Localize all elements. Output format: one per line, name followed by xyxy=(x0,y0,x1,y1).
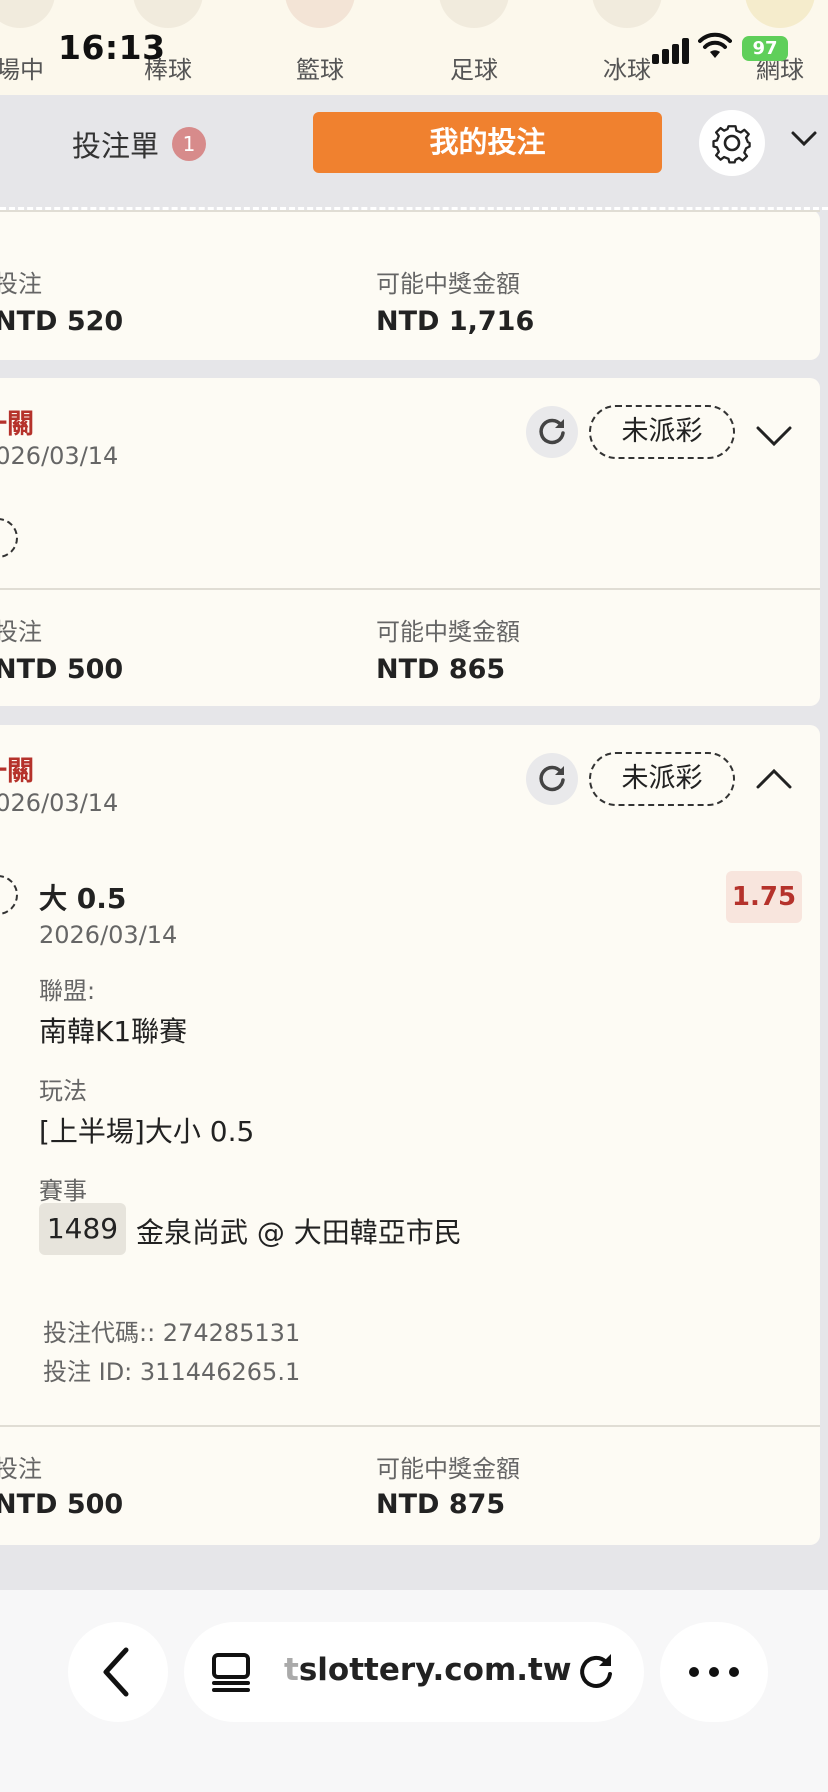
bet-date: 2026/03/14 xyxy=(0,442,119,470)
event-name: 金泉尚武 @ 大田韓亞市民 xyxy=(136,1216,462,1249)
sport-tab-label: 足球 xyxy=(450,56,498,84)
status-time: 16:13 xyxy=(58,28,166,67)
sport-tab-label: 籃球 xyxy=(296,56,344,84)
sport-tab-soccer[interactable]: 足球 xyxy=(424,0,524,95)
event-label: 賽事 xyxy=(39,1177,87,1205)
address-bar[interactable]: tslottery.com.tw xyxy=(184,1622,644,1722)
stake-label: 投注 xyxy=(0,1455,42,1483)
refresh-button[interactable] xyxy=(526,753,578,805)
cellular-signal-icon xyxy=(652,38,690,64)
refresh-icon xyxy=(539,765,565,792)
sport-tab-basketball[interactable]: 籃球 xyxy=(270,0,370,95)
refresh-icon xyxy=(539,418,565,445)
settings-button[interactable] xyxy=(699,110,765,176)
bet-date: 2026/03/14 xyxy=(0,789,119,817)
collapse-chevron-icon[interactable] xyxy=(755,767,793,791)
tabs-icon xyxy=(212,1653,250,1692)
browser-toolbar: tslottery.com.tw xyxy=(0,1590,828,1792)
status-badge: 未派彩 xyxy=(589,752,735,806)
betslip-tab[interactable]: 投注單 xyxy=(72,123,159,165)
gear-icon xyxy=(712,125,751,164)
soccer-icon xyxy=(439,0,509,28)
url-text: tslottery.com.tw xyxy=(284,1652,572,1688)
bet-card: 一關 2026/03/14 未派彩 大 0.5 2026/03/14 1.75 … xyxy=(0,725,820,1545)
baseball-icon xyxy=(133,0,203,28)
payout-amount: NTD 865 xyxy=(376,654,506,685)
stake-amount: NTD 520 xyxy=(0,306,124,337)
payout-amount: NTD 875 xyxy=(376,1489,506,1520)
event-number: 1489 xyxy=(39,1203,126,1255)
status-badge: 未派彩 xyxy=(589,405,735,459)
expand-chevron-icon[interactable] xyxy=(755,424,793,448)
selection-date: 2026/03/14 xyxy=(39,921,178,949)
odds-badge: 1.75 xyxy=(726,871,802,923)
payout-label: 可能中獎金額 xyxy=(376,1455,520,1483)
selection-name: 大 0.5 xyxy=(39,882,127,915)
my-bets-button[interactable]: 我的投注 xyxy=(313,112,662,173)
league-label: 聯盟: xyxy=(39,977,96,1005)
stake-amount: NTD 500 xyxy=(0,1489,124,1520)
wifi-icon xyxy=(698,32,732,66)
reload-icon[interactable] xyxy=(574,1650,618,1694)
bet-card: 投注 NTD 520 可能中獎金額 NTD 1,716 xyxy=(0,210,820,360)
refresh-button[interactable] xyxy=(526,406,578,458)
market-label: 玩法 xyxy=(39,1077,87,1105)
bet-code: 投注代碼:: 274285131 xyxy=(43,1319,301,1347)
stake-label: 投注 xyxy=(0,618,42,646)
more-button[interactable] xyxy=(660,1622,768,1722)
status-indicators: 97 xyxy=(652,32,792,66)
league-value: 南韓K1聯賽 xyxy=(39,1015,188,1048)
back-arrow-icon xyxy=(103,1647,129,1697)
stake-label: 投注 xyxy=(0,270,42,298)
selection-radio[interactable] xyxy=(0,518,18,558)
market-value: [上半場]大小 0.5 xyxy=(39,1115,255,1148)
more-icon xyxy=(689,1667,739,1677)
bet-type: 一關 xyxy=(0,409,34,440)
sports-nav: 場中 棒球 籃球 足球 冰球 網球 16:13 97 xyxy=(0,0,828,95)
basketball-icon xyxy=(285,0,355,28)
bet-card: 一關 2026/03/14 未派彩 投注 NTD 500 可能中獎金額 NTD … xyxy=(0,378,820,706)
bet-type: 一關 xyxy=(0,756,34,787)
battery-indicator: 97 xyxy=(742,36,788,61)
payout-label: 可能中獎金額 xyxy=(376,270,520,298)
collapse-chevron-icon[interactable] xyxy=(790,130,818,152)
bet-id: 投注 ID: 311446265.1 xyxy=(43,1358,301,1386)
betslip-count-badge: 1 xyxy=(172,127,206,161)
back-button[interactable] xyxy=(68,1622,168,1722)
betslip-header: 投注單 1 我的投注 xyxy=(0,95,828,215)
live-icon xyxy=(0,0,55,28)
tennis-icon xyxy=(745,0,815,28)
ice-hockey-icon xyxy=(592,0,662,28)
stake-amount: NTD 500 xyxy=(0,654,124,685)
selection-radio[interactable] xyxy=(0,875,18,915)
payout-label: 可能中獎金額 xyxy=(376,618,520,646)
payout-amount: NTD 1,716 xyxy=(376,306,535,337)
